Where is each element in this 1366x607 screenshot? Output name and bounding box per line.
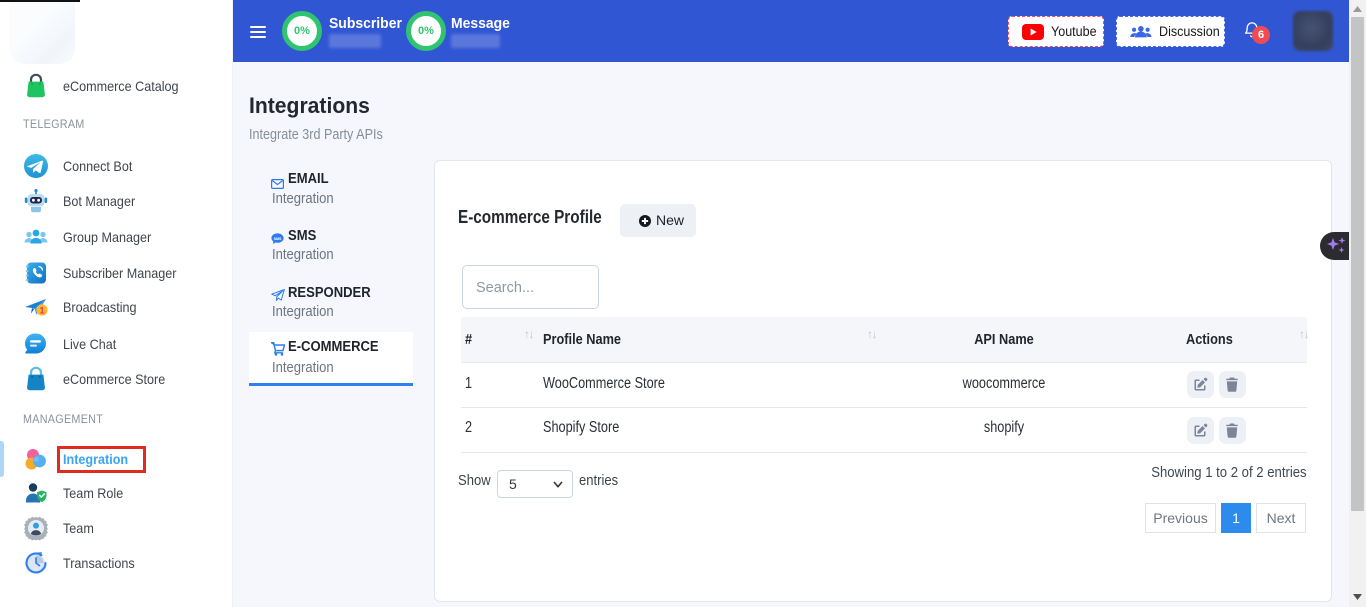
svg-text:SMS: SMS (274, 237, 282, 241)
svg-text:1: 1 (39, 305, 44, 315)
